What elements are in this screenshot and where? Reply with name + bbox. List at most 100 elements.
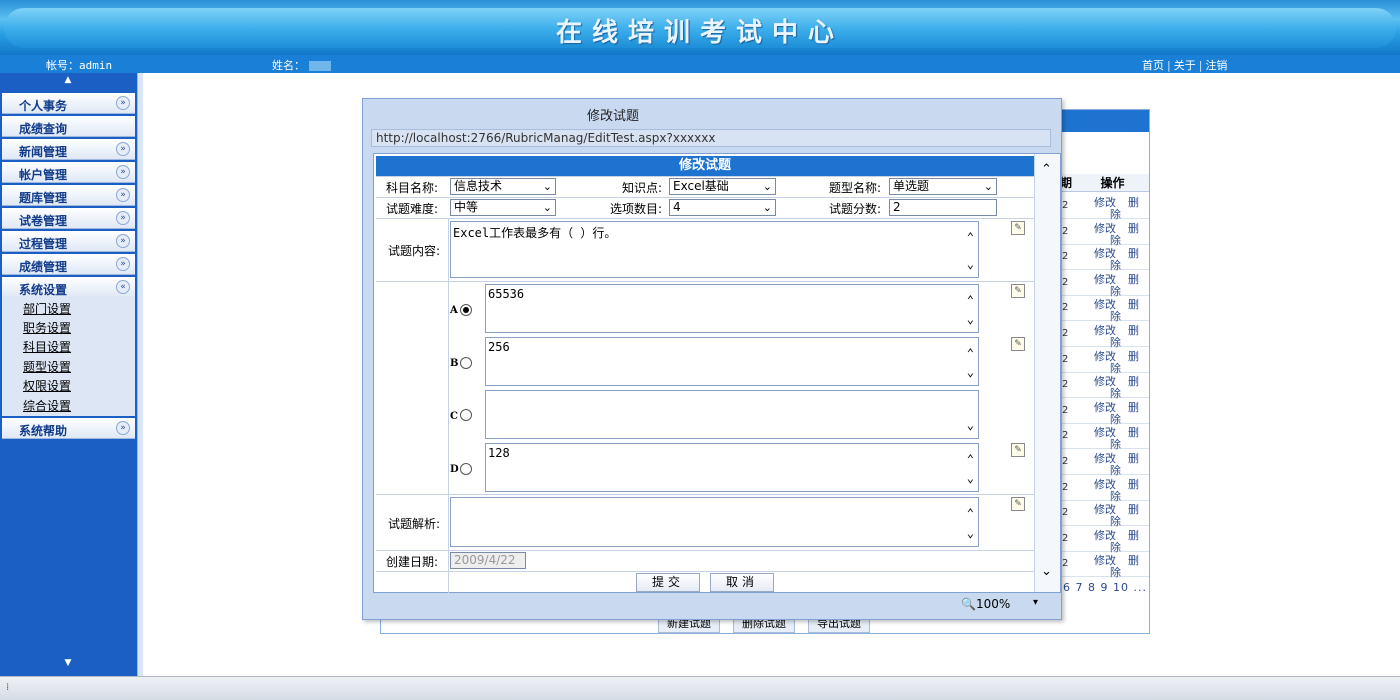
pagination[interactable]: 6 7 8 9 10 ... bbox=[1063, 581, 1147, 594]
option-d-radio[interactable] bbox=[460, 463, 472, 475]
scroll-down-icon[interactable]: ⌄ bbox=[967, 418, 974, 432]
resize-grip-icon[interactable]: ⁞ bbox=[6, 682, 9, 693]
sidebar-item-score-query[interactable]: 成绩查询 bbox=[2, 116, 135, 137]
delete-link[interactable]: 删 bbox=[1128, 322, 1139, 338]
content-textarea[interactable]: Excel工作表最多有（ ）行。 ⌃ ⌄ bbox=[450, 221, 979, 278]
option-a-textarea[interactable]: 65536 ⌃ ⌄ bbox=[485, 284, 979, 333]
table-row: 2 修改删除 bbox=[1060, 321, 1149, 349]
chevron-down-icon: ⌄ bbox=[983, 180, 993, 193]
option-count-select[interactable]: 4 ⌄ bbox=[669, 199, 776, 216]
sidebar-scroll-down-icon[interactable]: ▼ bbox=[60, 658, 76, 668]
submenu-general[interactable]: 综合设置 bbox=[23, 397, 71, 414]
delete-link-cont[interactable]: 除 bbox=[1110, 564, 1121, 580]
scroll-up-icon[interactable]: ⌃ bbox=[967, 452, 974, 466]
delete-link[interactable]: 删 bbox=[1128, 527, 1139, 543]
delete-link[interactable]: 删 bbox=[1128, 271, 1139, 287]
edit-icon[interactable]: ✎ bbox=[1011, 497, 1025, 511]
table-header-date: 期 bbox=[1060, 174, 1076, 192]
delete-link[interactable]: 删 bbox=[1128, 399, 1139, 415]
edit-icon[interactable]: ✎ bbox=[1011, 221, 1025, 235]
sidebar-item-papers[interactable]: 试卷管理» bbox=[2, 208, 135, 229]
splitter[interactable] bbox=[137, 73, 143, 676]
sidebar-item-news[interactable]: 新闻管理» bbox=[2, 139, 135, 160]
chevron-up-icon[interactable]: ⌃ bbox=[1041, 162, 1052, 177]
edit-icon[interactable]: ✎ bbox=[1011, 337, 1025, 351]
delete-link[interactable]: 删 bbox=[1128, 552, 1139, 568]
chevron-down-icon[interactable]: » bbox=[116, 234, 130, 248]
delete-link[interactable]: 删 bbox=[1128, 194, 1139, 210]
submenu-subject[interactable]: 科目设置 bbox=[23, 338, 71, 355]
analysis-textarea[interactable]: ⌃ ⌄ bbox=[450, 497, 979, 547]
option-b-textarea[interactable]: 256 ⌃ ⌄ bbox=[485, 337, 979, 386]
scroll-down-icon[interactable]: ⌄ bbox=[967, 526, 974, 540]
delete-link[interactable]: 删 bbox=[1128, 373, 1139, 389]
row-date-cell: 2 bbox=[1062, 225, 1069, 237]
scroll-down-icon[interactable]: ⌄ bbox=[967, 471, 974, 485]
difficulty-select[interactable]: 中等 ⌄ bbox=[450, 199, 556, 216]
edit-icon[interactable]: ✎ bbox=[1011, 443, 1025, 457]
option-d-textarea[interactable]: 128 ⌃ ⌄ bbox=[485, 443, 979, 492]
type-select[interactable]: 单选题 ⌄ bbox=[889, 178, 997, 195]
submit-button[interactable]: 提交 bbox=[636, 573, 700, 592]
row-date-cell: 2 bbox=[1062, 507, 1069, 519]
option-b-radio[interactable] bbox=[460, 357, 472, 369]
knowledge-select[interactable]: Excel基础 ⌄ bbox=[669, 178, 776, 195]
option-a-radio[interactable] bbox=[460, 304, 472, 316]
about-link[interactable]: 关于 bbox=[1174, 59, 1196, 72]
chevron-down-icon[interactable]: » bbox=[116, 188, 130, 202]
cancel-button[interactable]: 取消 bbox=[710, 573, 774, 592]
scroll-up-icon[interactable]: ⌃ bbox=[967, 346, 974, 360]
option-c-radio[interactable] bbox=[460, 409, 472, 421]
table-row: 2 修改删除 bbox=[1060, 449, 1149, 477]
submenu-permissions[interactable]: 权限设置 bbox=[23, 377, 71, 394]
delete-link[interactable]: 删 bbox=[1128, 501, 1139, 517]
delete-link[interactable]: 删 bbox=[1128, 245, 1139, 261]
row-date-cell: 2 bbox=[1062, 302, 1069, 314]
delete-link[interactable]: 删 bbox=[1128, 220, 1139, 236]
delete-link[interactable]: 删 bbox=[1128, 424, 1139, 440]
sidebar-item-help[interactable]: 系统帮助» bbox=[2, 418, 135, 439]
score-input[interactable]: 2 bbox=[889, 199, 997, 216]
sidebar-item-accounts[interactable]: 帐户管理» bbox=[2, 162, 135, 183]
scroll-up-icon[interactable]: ⌃ bbox=[967, 293, 974, 307]
chevron-down-icon[interactable]: ⌄ bbox=[1041, 564, 1052, 579]
chevron-down-icon[interactable]: ▾ bbox=[1033, 597, 1038, 608]
subject-select[interactable]: 信息技术 ⌄ bbox=[450, 178, 556, 195]
row-date-cell: 2 bbox=[1062, 276, 1069, 288]
sidebar-item-scores[interactable]: 成绩管理» bbox=[2, 254, 135, 275]
chevron-down-icon[interactable]: » bbox=[116, 96, 130, 110]
chevron-down-icon[interactable]: » bbox=[116, 142, 130, 156]
home-link[interactable]: 首页 bbox=[1142, 59, 1164, 72]
submenu-question-type[interactable]: 题型设置 bbox=[23, 358, 71, 375]
sidebar-scroll-up-icon[interactable]: ▲ bbox=[60, 75, 76, 85]
chevron-down-icon[interactable]: » bbox=[116, 211, 130, 225]
logout-link[interactable]: 注销 bbox=[1205, 59, 1227, 72]
delete-link[interactable]: 删 bbox=[1128, 348, 1139, 364]
submenu-department[interactable]: 部门设置 bbox=[23, 300, 71, 317]
sidebar-item-personal[interactable]: 个人事务» bbox=[2, 93, 135, 114]
scroll-up-icon[interactable]: ⌃ bbox=[967, 230, 974, 244]
delete-link[interactable]: 删 bbox=[1128, 476, 1139, 492]
sidebar-item-question-bank[interactable]: 题库管理» bbox=[2, 185, 135, 206]
scroll-up-icon[interactable]: ⌃ bbox=[967, 506, 974, 520]
scroll-down-icon[interactable]: ⌄ bbox=[967, 257, 974, 271]
sidebar: ▲ 个人事务» 成绩查询 新闻管理» 帐户管理» 题库管理» 试卷管理» 过程管… bbox=[0, 73, 137, 676]
chevron-down-icon[interactable]: » bbox=[116, 421, 130, 435]
chevron-down-icon[interactable]: » bbox=[116, 257, 130, 271]
edit-icon[interactable]: ✎ bbox=[1011, 284, 1025, 298]
sidebar-item-process[interactable]: 过程管理» bbox=[2, 231, 135, 252]
submenu-position[interactable]: 职务设置 bbox=[23, 319, 71, 336]
delete-link[interactable]: 删 bbox=[1128, 450, 1139, 466]
scroll-down-icon[interactable]: ⌄ bbox=[967, 312, 974, 326]
system-settings-submenu: 部门设置 职务设置 科目设置 题型设置 权限设置 综合设置 bbox=[2, 296, 135, 416]
content-label: 试题内容: bbox=[388, 244, 441, 258]
scroll-down-icon[interactable]: ⌄ bbox=[967, 365, 974, 379]
sidebar-item-system-settings[interactable]: 系统设置 « bbox=[2, 277, 135, 298]
dialog-scrollbar[interactable]: ⌃ ⌄ bbox=[1034, 154, 1060, 592]
delete-link[interactable]: 删 bbox=[1128, 296, 1139, 312]
option-c-textarea[interactable]: ⌄ bbox=[485, 390, 979, 439]
chevron-down-icon[interactable]: » bbox=[116, 165, 130, 179]
chevron-up-icon[interactable]: « bbox=[116, 280, 130, 294]
zoom-control[interactable]: 🔍100% bbox=[961, 597, 1010, 611]
table-header-actions: 操作 bbox=[1076, 174, 1149, 192]
